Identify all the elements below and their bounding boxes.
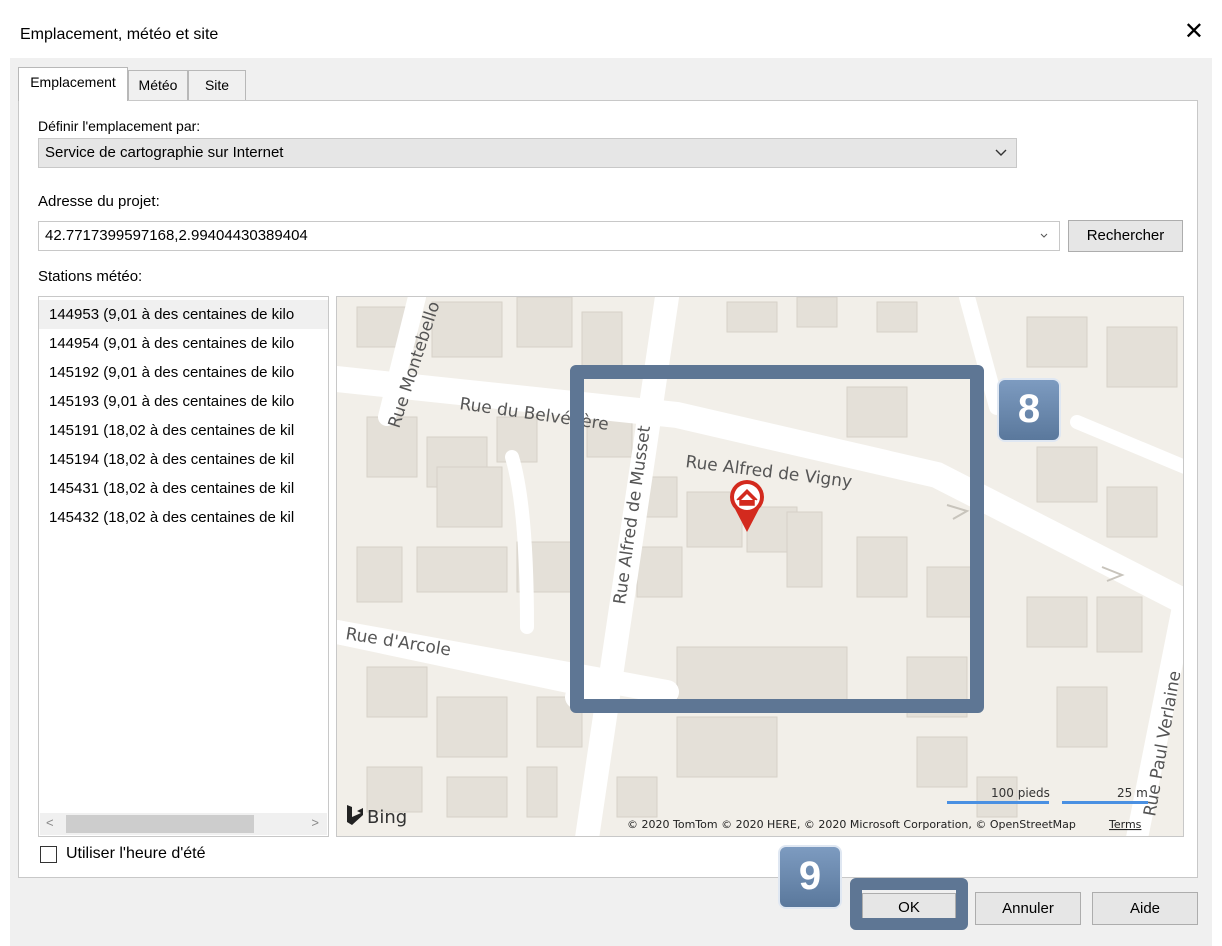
scrollbar-thumb[interactable] (66, 815, 254, 833)
tab-site[interactable]: Site (188, 70, 246, 100)
list-item[interactable]: 144954 (9,01 à des centaines de kilo (39, 329, 328, 358)
search-button[interactable]: Rechercher (1068, 220, 1183, 252)
location-method-select[interactable]: Service de cartographie sur Internet (38, 138, 1017, 168)
horizontal-scrollbar[interactable]: < > (40, 813, 327, 835)
scale-feet-label: 100 pieds (991, 786, 1050, 800)
project-address-value: 42.7717399597168,2.99404430389404 (45, 227, 308, 244)
scale-feet-bar (947, 801, 1049, 804)
callout-8: 8 (997, 378, 1061, 442)
scroll-left-icon[interactable]: < (46, 815, 54, 830)
scroll-right-icon[interactable]: > (311, 815, 319, 830)
bing-label: Bing (367, 807, 407, 828)
highlight-frame-8 (570, 365, 984, 713)
cancel-button[interactable]: Annuler (975, 892, 1081, 925)
list-item[interactable]: 145431 (18,02 à des centaines de kil (39, 474, 328, 503)
define-location-label: Définir l'emplacement par: (38, 118, 201, 134)
tab-emplacement[interactable]: Emplacement (18, 67, 128, 101)
list-item[interactable]: 144953 (9,01 à des centaines de kilo (39, 300, 328, 329)
scale-meters-label: 25 m (1117, 786, 1148, 800)
help-button[interactable]: Aide (1092, 892, 1198, 925)
callout-9: 9 (778, 845, 842, 909)
list-item[interactable]: 145193 (9,01 à des centaines de kilo (39, 387, 328, 416)
bing-logo (347, 805, 363, 825)
weather-stations-list[interactable]: 144953 (9,01 à des centaines de kilo 144… (38, 296, 329, 837)
list-item[interactable]: 145194 (18,02 à des centaines de kil (39, 445, 328, 474)
location-method-value: Service de cartographie sur Internet (45, 144, 284, 161)
weather-stations-label: Stations météo: (38, 268, 143, 285)
project-address-input[interactable]: 42.7717399597168,2.99404430389404 (38, 221, 1060, 251)
daylight-saving-checkbox[interactable] (40, 846, 57, 863)
highlight-frame-9 (850, 878, 968, 930)
chevron-down-icon[interactable] (1039, 222, 1049, 261)
list-item[interactable]: 145192 (9,01 à des centaines de kilo (39, 358, 328, 387)
daylight-saving-label: Utiliser l'heure d'été (66, 845, 206, 862)
project-address-label: Adresse du projet: (38, 193, 160, 210)
list-item[interactable]: 145432 (18,02 à des centaines de kil (39, 503, 328, 532)
tab-meteo[interactable]: Météo (128, 70, 188, 100)
list-item[interactable]: 145191 (18,02 à des centaines de kil (39, 416, 328, 445)
close-icon[interactable]: ✕ (1184, 20, 1204, 44)
chevron-down-icon (994, 139, 1008, 177)
dialog-title: Emplacement, météo et site (20, 26, 219, 43)
scale-meters-bar (1062, 801, 1148, 804)
map-copyright: © 2020 TomTom © 2020 HERE, © 2020 Micros… (627, 818, 1076, 831)
map-terms-link[interactable]: Terms (1108, 818, 1142, 831)
